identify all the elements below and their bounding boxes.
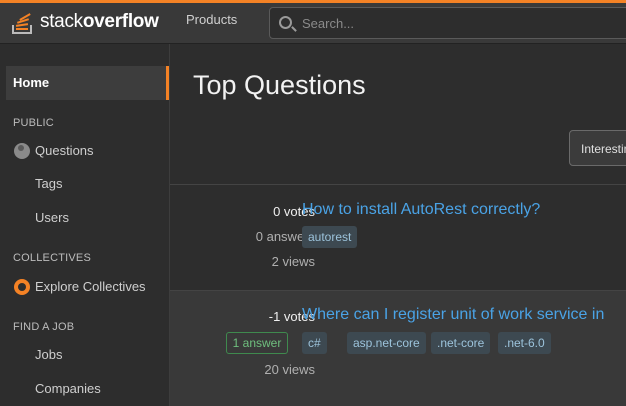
- top-bar: stackoverflow Products: [0, 0, 626, 44]
- stackoverflow-logo[interactable]: stackoverflow: [10, 7, 159, 37]
- search-box[interactable]: [269, 7, 626, 39]
- sidebar-item-companies[interactable]: Companies: [35, 378, 101, 400]
- sidebar-item-home[interactable]: Home: [6, 66, 169, 100]
- main-content: Top Questions Interesting 0 votes 0 answ…: [170, 44, 626, 406]
- search-input[interactable]: [302, 14, 622, 32]
- view-count: 20 views: [264, 362, 315, 377]
- answer-count-badge: 1 answer: [226, 332, 288, 354]
- tag-csharp[interactable]: c#: [302, 332, 327, 354]
- sidebar-item-questions[interactable]: Questions: [35, 140, 94, 162]
- question-summary: -1 votes 1 answer 20 views Where can I r…: [170, 291, 626, 406]
- left-sidebar: Home PUBLIC Questions Tags Users COLLECT…: [0, 44, 170, 406]
- sidebar-item-explore-collectives[interactable]: Explore Collectives: [35, 276, 146, 298]
- question-title-link[interactable]: Where can I register unit of work servic…: [302, 306, 604, 324]
- sidebar-item-jobs[interactable]: Jobs: [35, 344, 62, 366]
- section-heading-public: PUBLIC: [13, 117, 54, 129]
- sidebar-item-users[interactable]: Users: [35, 207, 69, 229]
- tag-net-6[interactable]: .net-6.0: [498, 332, 551, 354]
- logo-text: stackoverflow: [40, 11, 159, 32]
- products-menu-button[interactable]: Products: [186, 12, 237, 27]
- tag-autorest[interactable]: autorest: [302, 226, 358, 248]
- view-count: 2 views: [271, 254, 315, 269]
- globe-icon: [14, 143, 30, 159]
- stackoverflow-logo-icon: [10, 7, 36, 37]
- search-icon: [279, 16, 292, 29]
- section-heading-collectives: COLLECTIVES: [13, 252, 92, 264]
- tag-net-core[interactable]: .net-core: [431, 332, 491, 354]
- question-summary: 0 votes 0 answers 2 views How to install…: [170, 185, 626, 290]
- collectives-icon: [14, 279, 30, 295]
- tag-asp-net-core[interactable]: asp.net-core: [347, 332, 426, 354]
- filter-interesting-button[interactable]: Interesting: [569, 130, 626, 166]
- page-title: Top Questions: [193, 70, 366, 100]
- question-title-link[interactable]: How to install AutoRest correctly?: [302, 201, 540, 219]
- section-heading-find-a-job: FIND A JOB: [13, 321, 75, 333]
- sidebar-item-tags[interactable]: Tags: [35, 173, 62, 195]
